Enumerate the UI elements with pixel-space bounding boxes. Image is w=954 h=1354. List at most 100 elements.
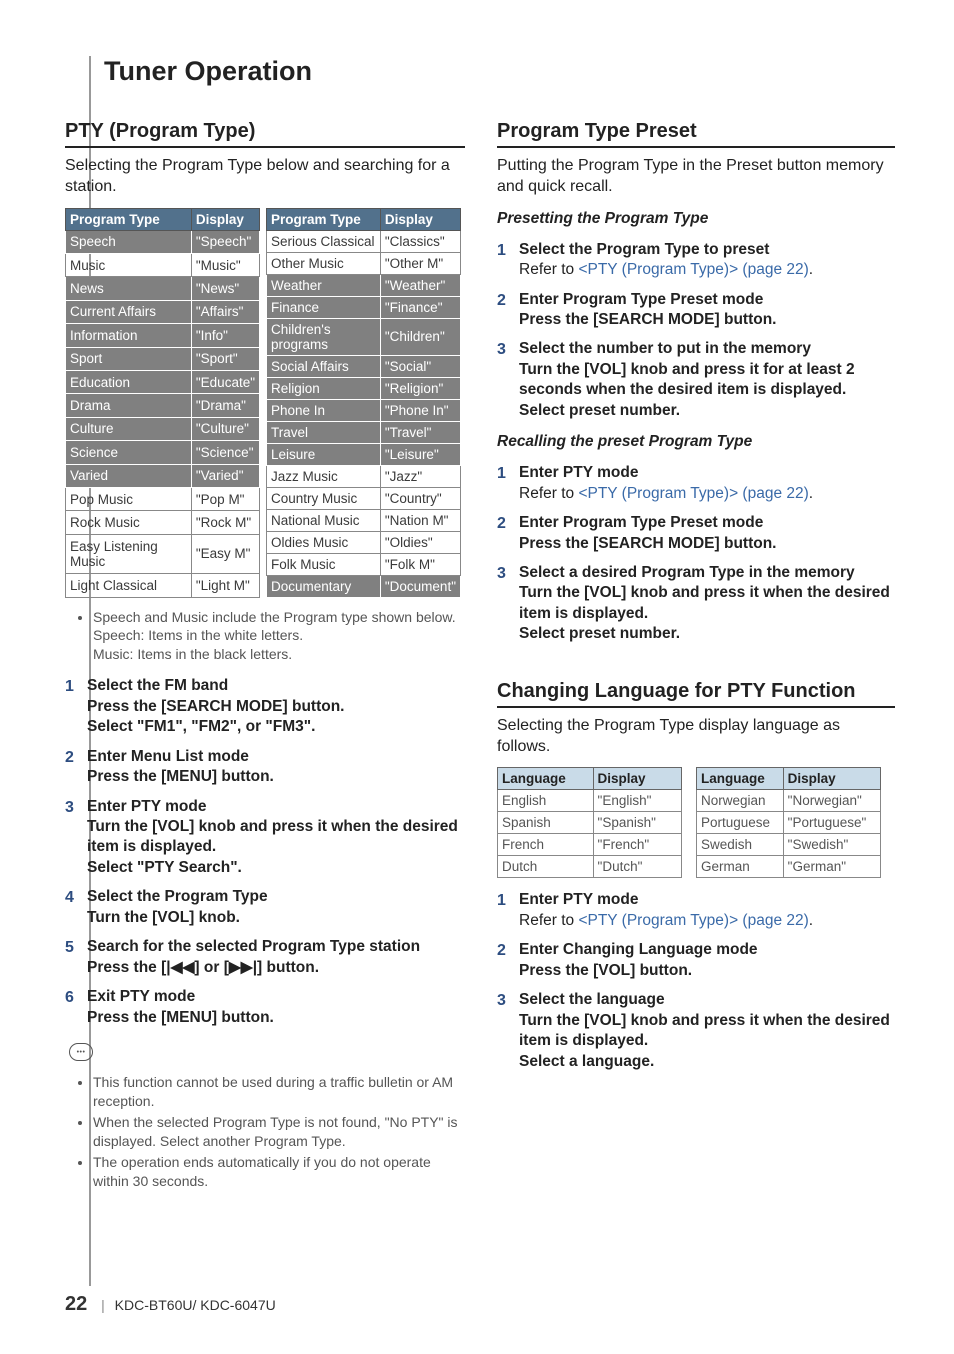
- table-row: Speech"Speech": [66, 230, 260, 253]
- step-item: 2Enter Menu List modePress the [MENU] bu…: [65, 747, 465, 788]
- pt-name: Jazz Music: [267, 465, 381, 487]
- lang-display: "Dutch": [593, 856, 681, 878]
- cross-ref-link[interactable]: <PTY (Program Type)> (page 22): [578, 485, 808, 502]
- step-text: Press the [SEARCH MODE] button.: [519, 534, 895, 554]
- pt-col-name: Program Type: [267, 208, 381, 230]
- step-text: Press the [MENU] button.: [87, 767, 465, 787]
- pt-name: Easy Listening Music: [66, 534, 192, 573]
- step-text: Turn the [VOL] knob and press it when th…: [87, 817, 465, 858]
- pt-display: "Drama": [191, 394, 259, 417]
- table-row: Varied"Varied": [66, 464, 260, 487]
- cross-ref-link[interactable]: <PTY (Program Type)> (page 22): [578, 912, 808, 929]
- table-row: Sport"Sport": [66, 347, 260, 370]
- pt-col-display: Display: [380, 208, 460, 230]
- page-number: 22: [65, 1293, 87, 1315]
- table-row: Drama"Drama": [66, 394, 260, 417]
- pt-name: Travel: [267, 421, 381, 443]
- lang-display: "English": [593, 790, 681, 812]
- pt-display: "Travel": [380, 421, 460, 443]
- pt-name: Serious Classical: [267, 230, 381, 252]
- step-item: 1Enter PTY modeRefer to <PTY (Program Ty…: [497, 890, 895, 931]
- lang-name: French: [498, 834, 594, 856]
- section-pty: PTY (Program Type): [65, 120, 465, 148]
- lang-display: "French": [593, 834, 681, 856]
- language-table-left: Language Display English"English"Spanish…: [497, 767, 682, 878]
- pt-display: "Leisure": [380, 443, 460, 465]
- lang-display: "German": [783, 856, 880, 878]
- note-item: The operation ends automatically if you …: [93, 1153, 465, 1191]
- step-number: 3: [497, 990, 506, 1011]
- step-title: Enter Program Type Preset mode: [519, 291, 763, 308]
- step-text: Refer to <PTY (Program Type)> (page 22).: [519, 260, 895, 280]
- step-item: 5Search for the selected Program Type st…: [65, 937, 465, 978]
- step-text: Refer to <PTY (Program Type)> (page 22).: [519, 911, 895, 931]
- pt-display: "Sport": [191, 347, 259, 370]
- note-item: When the selected Program Type is not fo…: [93, 1113, 465, 1151]
- content-columns: PTY (Program Type) Selecting the Program…: [65, 112, 895, 1192]
- step-title: Enter Menu List mode: [87, 748, 249, 765]
- step-number: 1: [65, 676, 74, 697]
- lang-display: "Swedish": [783, 834, 880, 856]
- step-item: 1Select the FM bandPress the [SEARCH MOD…: [65, 676, 465, 737]
- right-column: Program Type Preset Putting the Program …: [497, 112, 895, 1192]
- table-row: Country Music"Country": [267, 487, 461, 509]
- pt-name: Country Music: [267, 487, 381, 509]
- step-number: 3: [497, 339, 506, 360]
- step-text: Press the [VOL] button.: [519, 961, 895, 981]
- table-row: Children's programs"Children": [267, 318, 461, 355]
- table-row: English"English": [498, 790, 682, 812]
- lang-col-display: Display: [593, 768, 681, 790]
- table-row: Folk Music"Folk M": [267, 553, 461, 575]
- table-row: Light Classical"Light M": [66, 574, 260, 598]
- step-text: Turn the [VOL] knob and press it when th…: [519, 1011, 895, 1052]
- step-title: Search for the selected Program Type sta…: [87, 938, 420, 955]
- pt-display: "Varied": [191, 464, 259, 487]
- language-table-right: Language Display Norwegian"Norwegian"Por…: [696, 767, 881, 878]
- preset-intro: Putting the Program Type in the Preset b…: [497, 156, 895, 198]
- page-title: Tuner Operation: [104, 56, 312, 87]
- preset-steps: 1 Select the Program Type to preset Refer …: [497, 240, 895, 422]
- step-item: 6Exit PTY modePress the [MENU] button.: [65, 987, 465, 1028]
- step-number: 1: [497, 240, 506, 261]
- step-text: Press the [SEARCH MODE] button.: [519, 310, 895, 330]
- pt-display: "Rock M": [191, 511, 259, 534]
- program-type-table-right: Program Type Display Serious Classical"C…: [266, 208, 461, 598]
- cross-ref-link[interactable]: <PTY (Program Type)> (page 22): [578, 261, 808, 278]
- pt-name: Light Classical: [66, 574, 192, 598]
- lang-name: Spanish: [498, 812, 594, 834]
- left-column: PTY (Program Type) Selecting the Program…: [65, 112, 465, 1192]
- pt-display: "Finance": [380, 296, 460, 318]
- table-row: Rock Music"Rock M": [66, 511, 260, 534]
- pt-name: Rock Music: [66, 511, 192, 534]
- step-item: 1 Select the Program Type to preset Refer …: [497, 240, 895, 281]
- pt-name: Speech: [66, 230, 192, 253]
- step-text: Select preset number.: [519, 401, 895, 421]
- step-item: 3Select a desired Program Type in the me…: [497, 563, 895, 645]
- lang-col-display: Display: [783, 768, 880, 790]
- pt-display: "Affairs": [191, 300, 259, 323]
- pt-name: Finance: [267, 296, 381, 318]
- step-text: Turn the [VOL] knob and press it for at …: [519, 360, 895, 401]
- pt-name: Music: [66, 253, 192, 276]
- pt-display: "Educate": [191, 370, 259, 393]
- lang-col-name: Language: [498, 768, 594, 790]
- pt-display: "Info": [191, 324, 259, 347]
- step-number: 6: [65, 987, 74, 1008]
- table-row: Serious Classical"Classics": [267, 230, 461, 252]
- step-title: Enter PTY mode: [87, 798, 206, 815]
- table-row: Pop Music"Pop M": [66, 487, 260, 510]
- language-steps: 1Enter PTY modeRefer to <PTY (Program Ty…: [497, 890, 895, 1072]
- pt-display: "Pop M": [191, 487, 259, 510]
- lang-display: "Portuguese": [783, 812, 880, 834]
- step-title: Select the Program Type: [87, 888, 268, 905]
- table-row: Portuguese"Portuguese": [697, 812, 881, 834]
- step-item: 3Select the number to put in the memoryT…: [497, 339, 895, 421]
- step-title: Select the language: [519, 991, 665, 1008]
- pt-name: Education: [66, 370, 192, 393]
- step-title: Select the Program Type to preset: [519, 241, 769, 258]
- step-text: Select "PTY Search".: [87, 858, 465, 878]
- pt-display: "Classics": [380, 230, 460, 252]
- step-title: Select a desired Program Type in the mem…: [519, 564, 855, 581]
- program-type-table-left: Program Type Display Speech"Speech"Music…: [65, 208, 260, 598]
- footer-model: KDC-BT60U/ KDC-6047U: [115, 1297, 276, 1313]
